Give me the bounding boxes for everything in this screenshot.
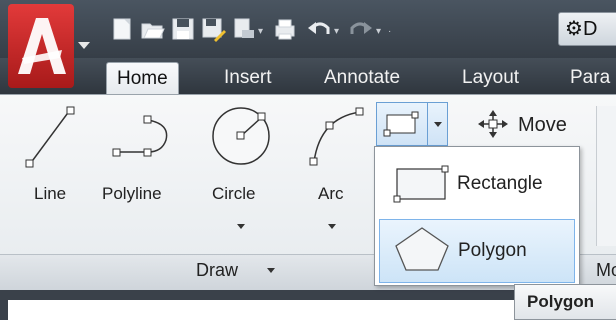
move-icon [478, 110, 508, 138]
polyline-tool-button[interactable] [104, 100, 184, 170]
line-icon [25, 106, 75, 168]
menu-item-polygon[interactable]: Polygon [379, 219, 575, 283]
tab-layout[interactable]: Layout [452, 62, 529, 94]
polyline-icon [112, 115, 168, 157]
arc-label: Arc [318, 184, 344, 203]
line-tool-button[interactable] [20, 100, 80, 170]
polygon-tooltip: Polygon [514, 284, 616, 320]
rectangle-split-button[interactable] [376, 102, 448, 146]
draw-panel-expand-icon[interactable] [267, 268, 275, 273]
rectangle-small-icon [383, 111, 419, 137]
publish-dropdown-icon[interactable]: ▾ [258, 26, 263, 37]
undo-icon[interactable] [306, 16, 332, 42]
split-divider [427, 103, 428, 145]
workspace-gear-icon: ⚙ [565, 18, 583, 40]
circle-dropdown-icon[interactable] [237, 224, 245, 229]
arc-icon [309, 107, 364, 166]
arc-dropdown-icon[interactable] [328, 224, 336, 229]
tab-home[interactable]: Home [106, 62, 179, 95]
workspace-switch-button[interactable]: ⚙D [558, 12, 616, 46]
circle-tool-button[interactable] [206, 100, 276, 170]
tab-insert[interactable]: Insert [214, 62, 282, 94]
undo-dropdown-icon[interactable]: ▾ [334, 26, 339, 37]
open-icon[interactable] [140, 16, 166, 42]
circle-label: Circle [212, 184, 256, 203]
tab-annotate[interactable]: Annotate [314, 62, 410, 94]
application-menu-button[interactable] [8, 4, 92, 88]
tab-parametric[interactable]: Para [560, 62, 616, 94]
redo-dropdown-icon[interactable]: ▾ [376, 26, 381, 37]
redo-icon[interactable] [348, 16, 374, 42]
new-icon[interactable] [110, 16, 136, 42]
application-menu-arrow-icon[interactable] [78, 42, 90, 49]
draw-panel-title[interactable]: Draw [196, 260, 238, 281]
arc-tool-button[interactable] [302, 100, 372, 170]
drawing-canvas[interactable] [8, 300, 528, 320]
modify-panel-edge [596, 106, 616, 246]
menu-item-rectangle[interactable]: Rectangle [379, 153, 575, 217]
polygon-label: Polygon [458, 240, 527, 261]
plot-icon[interactable] [272, 16, 298, 42]
save-icon[interactable] [170, 16, 196, 42]
line-label: Line [34, 184, 67, 203]
modify-panel-title[interactable]: Mo [596, 260, 616, 281]
rectangle-label: Rectangle [457, 173, 543, 194]
polyline-label: Polyline [102, 184, 162, 203]
autocad-logo [8, 4, 74, 88]
publish-icon[interactable] [232, 16, 258, 42]
circle-icon [212, 107, 270, 165]
rectangle-dropdown-menu: Rectangle Polygon [374, 146, 580, 286]
rectangle-icon [393, 165, 449, 203]
workspace-label: D [582, 18, 598, 40]
qa-separator: · [388, 26, 392, 37]
save-as-icon[interactable] [200, 16, 226, 42]
rectangle-dropdown-arrow-icon[interactable] [434, 122, 442, 127]
move-label: Move [518, 114, 567, 136]
polygon-icon [395, 227, 449, 271]
move-tool-button[interactable] [476, 108, 510, 140]
